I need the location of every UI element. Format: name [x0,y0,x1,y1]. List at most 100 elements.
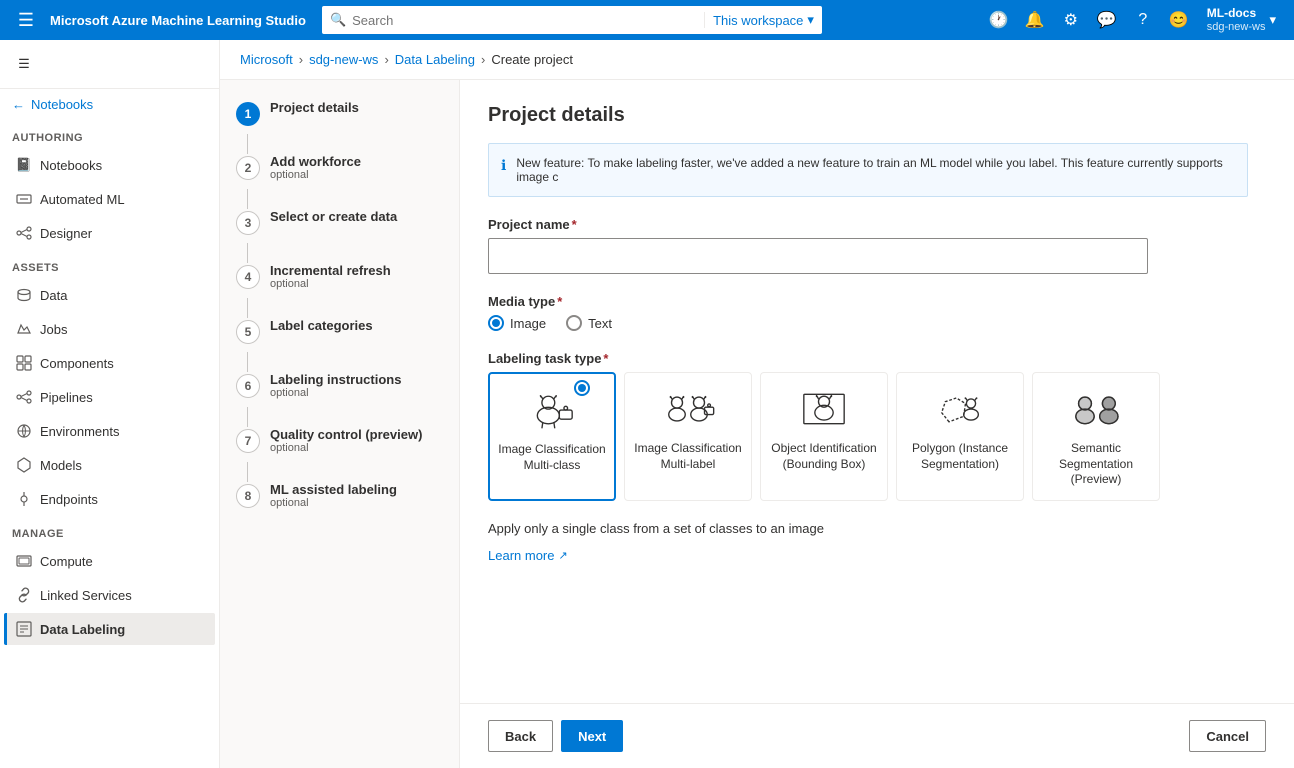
main-content: Microsoft › sdg-new-ws › Data Labeling ›… [220,40,1294,768]
sidebar-item-compute[interactable]: Compute [4,545,215,577]
task-card-polygon-segmentation[interactable]: Polygon (Instance Segmentation) [896,372,1024,501]
sidebar-item-designer[interactable]: Designer [4,217,215,249]
back-label: Notebooks [31,97,93,112]
sidebar-item-linked-services[interactable]: Linked Services [4,579,215,611]
task-card-object-identification[interactable]: Object Identification (Bounding Box) [760,372,888,501]
task-card-label-polygon: Polygon (Instance Segmentation) [905,441,1015,472]
step-2-subtitle: optional [270,169,443,181]
step-6-subtitle: optional [270,387,443,399]
task-card-icon-multiclass [520,386,584,434]
step-number-5: 5 [236,320,260,344]
breadcrumb-workspace[interactable]: sdg-new-ws [309,52,378,67]
form-area: Project details ℹ New feature: To make l… [460,80,1294,768]
back-to-workspaces-button[interactable]: ← Notebooks [0,89,219,120]
breadcrumb-sep-1: › [299,52,303,67]
sidebar-item-label: Models [40,458,82,473]
next-button[interactable]: Next [561,720,623,752]
sidebar-item-label: Jobs [40,322,67,337]
sidebar-item-jobs[interactable]: Jobs [4,313,215,345]
settings-icon[interactable]: ⚙ [1055,4,1087,36]
search-bar[interactable]: 🔍 This workspace ▾ [322,6,822,34]
text-radio-label: Text [588,316,612,331]
breadcrumb-data-labeling[interactable]: Data Labeling [395,52,475,67]
media-type-text-option[interactable]: Text [566,315,612,331]
breadcrumb-microsoft[interactable]: Microsoft [240,52,293,67]
step-2: 2 Add workforce optional [236,154,443,181]
app-brand-title: Microsoft Azure Machine Learning Studio [50,13,306,28]
text-radio-button[interactable] [566,315,582,331]
sidebar-item-environments[interactable]: Environments [4,415,215,447]
cancel-button[interactable]: Cancel [1189,720,1266,752]
sidebar-hamburger-button[interactable]: ☰ [8,48,40,80]
info-icon: ℹ [501,157,506,174]
media-type-label: Media type* [488,294,1266,309]
sidebar-item-data[interactable]: Data [4,279,215,311]
authoring-section-label: Authoring [0,120,219,148]
notification-icon[interactable]: 🔔 [1019,4,1051,36]
assets-section-label: Assets [0,250,219,278]
task-card-label-multiclass: Image Classification Multi-class [498,442,606,473]
sidebar-item-label: Designer [40,226,92,241]
sidebar-item-data-labeling[interactable]: Data Labeling [4,613,215,645]
app-layout: ☰ ← Notebooks Authoring 📓 Notebooks Auto… [0,40,1294,768]
compute-icon [16,553,32,569]
project-name-input[interactable] [488,238,1148,274]
task-card-image-classification-multilabel[interactable]: Image Classification Multi-label [624,372,752,501]
task-card-semantic-segmentation[interactable]: Semantic Segmentation (Preview) [1032,372,1160,501]
step-number-7: 7 [236,429,260,453]
sidebar-item-label: Notebooks [40,158,102,173]
sidebar-item-models[interactable]: Models [4,449,215,481]
sidebar-item-pipelines[interactable]: Pipelines [4,381,215,413]
breadcrumb: Microsoft › sdg-new-ws › Data Labeling ›… [220,40,1294,80]
task-card-label-bounding-box: Object Identification (Bounding Box) [769,441,879,472]
multiclass-selected-indicator [574,380,590,396]
sidebar-item-endpoints[interactable]: Endpoints [4,483,215,515]
data-icon [16,287,32,303]
sidebar-item-label: Compute [40,554,93,569]
sidebar-item-notebooks[interactable]: 📓 Notebooks [4,149,215,181]
jobs-icon [16,321,32,337]
sidebar-item-label: Components [40,356,114,371]
form-footer: Back Next Cancel [460,703,1294,768]
components-icon [16,355,32,371]
back-button[interactable]: Back [488,720,553,752]
info-banner: ℹ New feature: To make labeling faster, … [488,143,1248,197]
task-card-icon-bounding-box [792,385,856,433]
user-chevron-icon: ▾ [1269,12,1276,28]
image-radio-button[interactable] [488,315,504,331]
sidebar-item-label: Endpoints [40,492,98,507]
profile-icon[interactable]: 😊 [1163,4,1195,36]
learn-more-container: Learn more ↗ [488,548,1266,563]
breadcrumb-current: Create project [491,52,573,67]
clock-icon[interactable]: 🕐 [983,4,1015,36]
external-link-icon: ↗ [558,549,567,562]
content-body: 1 Project details 2 Add workforce option… [220,80,1294,768]
step-7-title: Quality control (preview) [270,427,443,442]
sidebar-item-components[interactable]: Components [4,347,215,379]
task-card-image-classification-multiclass[interactable]: Image Classification Multi-class [488,372,616,501]
task-type-group: Labeling task type* [488,351,1266,501]
task-description: Apply only a single class from a set of … [488,521,1248,536]
media-type-group: Media type* Image Text [488,294,1266,331]
sidebar-top: ☰ [0,40,219,89]
step-4-title: Incremental refresh [270,263,443,278]
chat-icon[interactable]: 💬 [1091,4,1123,36]
workspace-selector[interactable]: This workspace ▾ [704,12,814,28]
hamburger-menu-button[interactable]: ☰ [10,4,42,36]
project-name-group: Project name* [488,217,1266,274]
manage-section-label: Manage [0,516,219,544]
environments-icon [16,423,32,439]
step-8: 8 ML assisted labeling optional [236,482,443,509]
step-5: 5 Label categories [236,318,443,344]
media-type-image-option[interactable]: Image [488,315,546,331]
learn-more-link[interactable]: Learn more ↗ [488,548,568,563]
sidebar-item-automated-ml[interactable]: Automated ML [4,183,215,215]
step-4-subtitle: optional [270,278,443,290]
search-icon: 🔍 [330,12,346,28]
help-icon[interactable]: ? [1127,4,1159,36]
search-input[interactable] [352,13,698,28]
user-profile[interactable]: ML-docs sdg-new-ws ▾ [1199,6,1284,34]
step-7-subtitle: optional [270,442,443,454]
task-card-label-semantic: Semantic Segmentation (Preview) [1041,441,1151,488]
back-arrow-icon: ← [12,97,25,112]
